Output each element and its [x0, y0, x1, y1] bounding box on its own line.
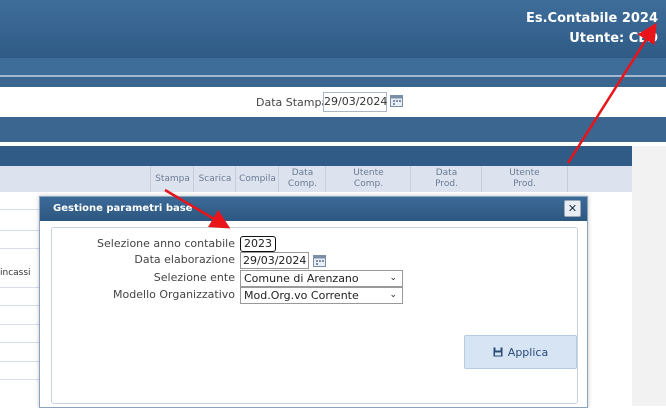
right-gutter — [632, 146, 666, 406]
calendar-icon[interactable] — [390, 94, 403, 107]
sub-band — [0, 77, 666, 87]
col-stampa[interactable]: Stampa — [150, 166, 194, 192]
calendar-icon[interactable] — [313, 254, 327, 267]
account-info: Es.Contabile 2024 Utente: CED — [526, 9, 658, 49]
col-utente-prod[interactable]: Utente Prod. — [481, 166, 568, 192]
row-divider — [0, 379, 40, 380]
chevron-down-icon: ⌄ — [389, 290, 397, 300]
year-input[interactable]: 2023 — [240, 236, 276, 252]
col-utente-comp[interactable]: Utente Comp. — [325, 166, 411, 192]
grid-title-bar — [0, 146, 632, 166]
date-label: Data elaborazione — [134, 253, 235, 266]
parameters-dialog: Gestione parametri base ✕ Selezione anno… — [39, 196, 588, 408]
close-icon[interactable]: ✕ — [564, 200, 581, 217]
dialog-title: Gestione parametri base — [53, 203, 193, 214]
apply-button[interactable]: Applica — [464, 335, 577, 369]
apply-label: Applica — [507, 345, 549, 359]
org-model-label: Modello Organizzativo — [113, 288, 235, 301]
current-user: Utente: CED — [569, 31, 658, 46]
entity-label: Selezione ente — [153, 271, 235, 284]
print-date-input[interactable]: 29/03/2024 — [323, 92, 387, 112]
col-scarica[interactable]: Scarica — [193, 166, 236, 192]
dialog-body: Selezione anno contabile 2023 Data elabo… — [51, 227, 578, 404]
floppy-icon — [493, 347, 503, 357]
col-data-comp[interactable]: Data Comp. — [278, 166, 326, 192]
grid-header: Stampa Scarica Compila Data Comp. Utente… — [0, 166, 632, 192]
year-field[interactable]: 2023 — [240, 236, 276, 252]
row-label-incassi: incassi — [0, 268, 31, 278]
row-divider — [0, 230, 40, 231]
print-date-label: Data Stampa — [256, 96, 329, 109]
row-divider — [0, 324, 40, 325]
row-divider — [0, 361, 40, 362]
top-header: Es.Contabile 2024 Utente: CED — [0, 0, 666, 58]
row-divider — [0, 287, 40, 288]
col-data-prod[interactable]: Data Prod. — [410, 166, 482, 192]
accounting-year: Es.Contabile 2024 — [525, 11, 658, 26]
entity-selected-value: Comune di Arenzano — [244, 272, 359, 285]
org-model-select[interactable]: Mod.Org.vo Corrente ⌄ — [240, 287, 403, 304]
menu-band — [0, 58, 666, 75]
chevron-down-icon: ⌄ — [389, 273, 397, 283]
filter-bar: Data Stampa 29/03/2024 — [0, 87, 666, 118]
date-field[interactable]: 29/03/2024 — [240, 252, 327, 269]
entity-select[interactable]: Comune di Arenzano ⌄ — [240, 270, 403, 287]
org-model-selected-value: Mod.Org.vo Corrente — [244, 289, 359, 302]
row-divider — [0, 248, 40, 249]
dialog-header: Gestione parametri base ✕ — [40, 197, 587, 221]
row-divider — [0, 209, 40, 210]
row-divider — [0, 305, 40, 306]
col-compila[interactable]: Compila — [235, 166, 279, 192]
processing-date-input[interactable]: 29/03/2024 — [240, 252, 310, 269]
row-divider — [0, 342, 40, 343]
year-label: Selezione anno contabile — [97, 237, 235, 250]
section-band — [0, 117, 666, 142]
